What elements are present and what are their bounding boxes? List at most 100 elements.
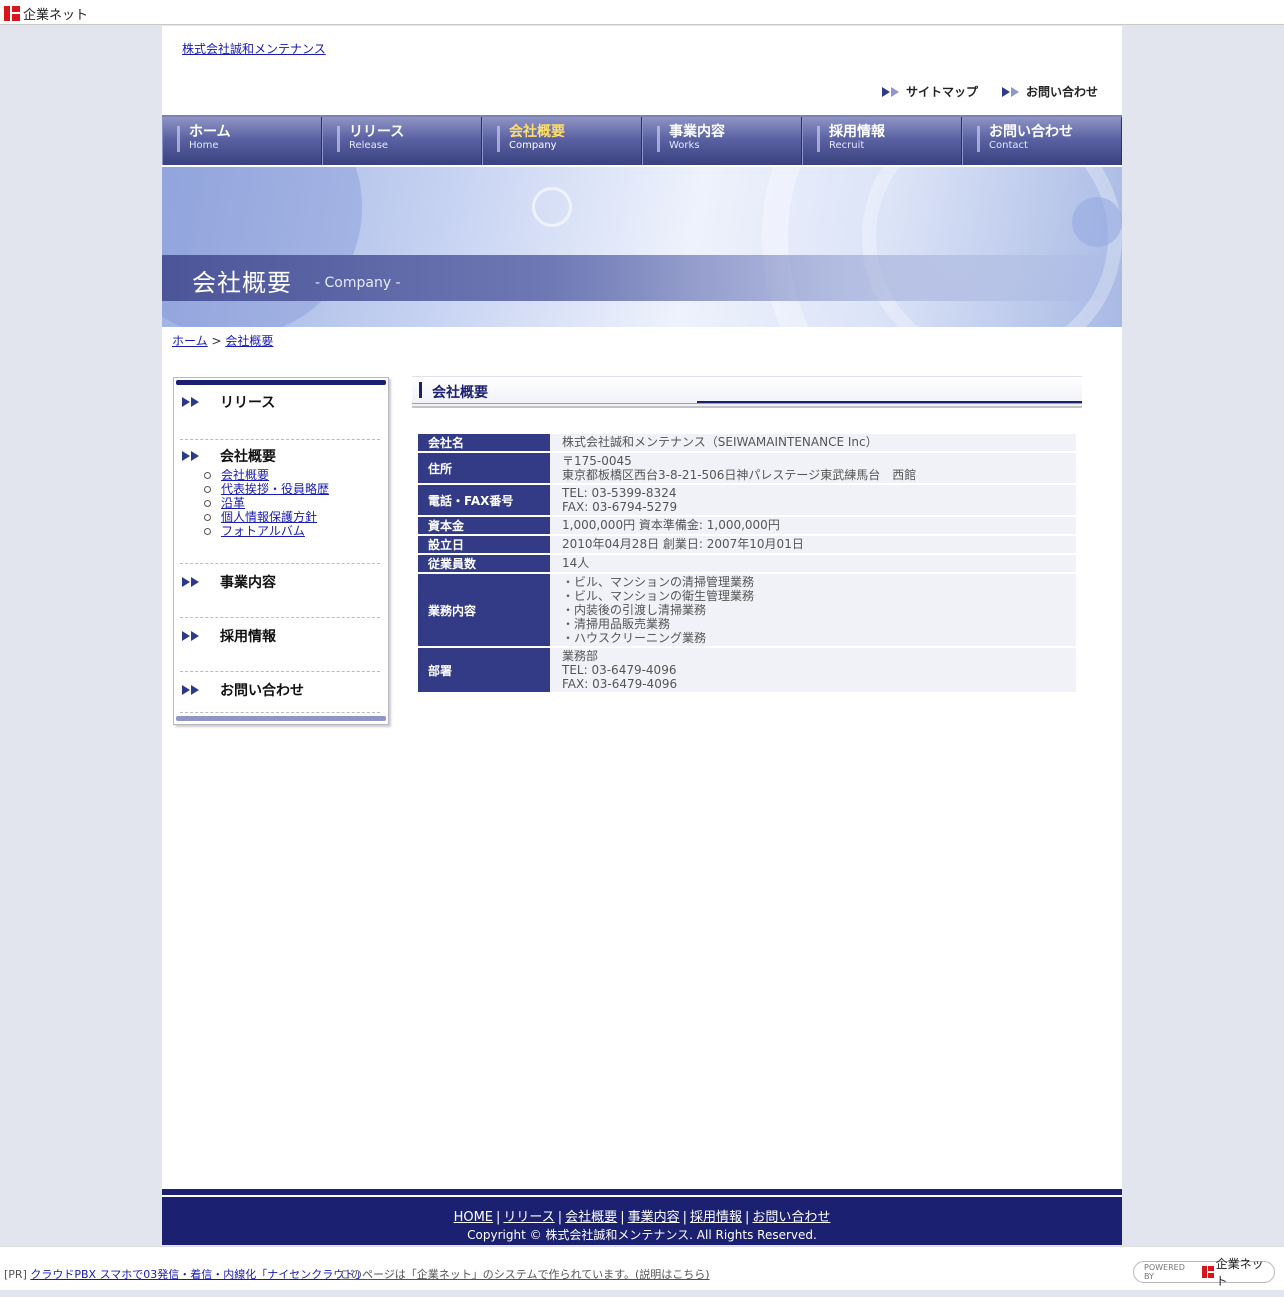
site-name-link[interactable]: 株式会社誠和メンテナンス xyxy=(182,40,326,57)
nav-company-en: Company xyxy=(509,140,557,151)
sidebar-item-label: 採用情報 xyxy=(220,629,276,645)
info-row: 会社名 株式会社誠和メンテナンス（SEIWAMAINTENANCE Inc） xyxy=(418,434,1076,451)
sidebar-sublink-album[interactable]: フォトアルバム xyxy=(221,524,305,538)
footer-link[interactable]: 採用情報 xyxy=(690,1210,742,1225)
pr-tag: [PR] xyxy=(4,1268,27,1281)
sidebar-section-works: 事業内容 xyxy=(180,572,380,618)
sidebar: リリース 会社概要 会社概要 代表挨拶・役員略歴 沿革 個人情報保護方針 フォト… xyxy=(173,377,389,725)
info-value: 2010年04月28日 創業日: 2007年10月01日 xyxy=(550,536,1076,553)
info-value-line: ・ビル、マンションの衛生管理業務 xyxy=(562,589,755,603)
double-arrow-icon xyxy=(882,86,900,97)
info-value-line: ・内装後の引渡し清掃業務 xyxy=(562,603,707,617)
hero-decoration xyxy=(532,187,572,227)
breadcrumb-current[interactable]: 会社概要 xyxy=(225,334,273,348)
global-nav: ホーム Home リリース Release 会社概要 Company 事業内容 Work… xyxy=(162,115,1122,171)
company-info-body: 会社名 株式会社誠和メンテナンス（SEIWAMAINTENANCE Inc） 住所〒… xyxy=(418,434,1076,692)
nav-recruit-en: Recruit xyxy=(829,140,865,151)
sitemap-label: サイトマップ xyxy=(906,85,979,99)
double-arrow-icon xyxy=(182,397,200,407)
copyright: Copyright © 株式会社誠和メンテナンス. All Rights Res… xyxy=(467,1228,817,1242)
kigyo-net-logo[interactable]: 企業ネット xyxy=(4,4,88,23)
content-heading: 会社概要 xyxy=(412,376,1082,408)
info-value-line: ・ハウスクリーニング業務 xyxy=(562,631,707,645)
portal-topbar: 企業ネット xyxy=(0,0,1284,25)
content-title: 会社概要 xyxy=(432,385,488,401)
info-label: 電話・FAX番号 xyxy=(418,485,550,515)
nav-works[interactable]: 事業内容 Works xyxy=(642,117,802,165)
nav-contact-en: Contact xyxy=(989,140,1028,151)
system-note-link[interactable]: このページは「企業ネット」のシステムで作られています。(説明はこちら) xyxy=(340,1268,710,1281)
nav-release-en: Release xyxy=(349,140,389,151)
sidebar-sublink-history[interactable]: 沿革 xyxy=(221,496,245,510)
footer-link[interactable]: 事業内容 xyxy=(628,1210,680,1225)
breadcrumb: ホーム > 会社概要 xyxy=(172,332,273,349)
nav-contact[interactable]: お問い合わせ Contact xyxy=(962,117,1122,165)
info-row: 設立日 2010年04月28日 創業日: 2007年10月01日 xyxy=(418,536,1076,553)
info-label: 会社名 xyxy=(418,434,550,451)
info-value-line: 2010年04月28日 創業日: 2007年10月01日 xyxy=(562,537,804,551)
footer-links: HOME | リリース | 会社概要 | 事業内容 | 採用情報 | お問い合わせ xyxy=(162,1206,1122,1225)
nav-works-en: Works xyxy=(669,140,700,151)
hero-decoration xyxy=(862,167,1122,327)
sidebar-subitem: 代表挨拶・役員略歴 xyxy=(204,482,380,496)
sidebar-item-label: リリース xyxy=(220,395,276,411)
nav-release-jp: リリース xyxy=(349,124,405,140)
sidebar-item-release[interactable]: リリース xyxy=(180,392,380,412)
double-arrow-icon xyxy=(182,577,200,587)
sidebar-item-company[interactable]: 会社概要 xyxy=(180,446,380,466)
pr-link[interactable]: クラウドPBX スマホで03発信・着信・内線化「ナイセンクラウド」 xyxy=(30,1268,366,1281)
sidebar-item-works[interactable]: 事業内容 xyxy=(180,572,380,592)
info-label: 業務内容 xyxy=(418,574,550,646)
system-note: このページは「企業ネット」のシステムで作られています。(説明はこちら) xyxy=(340,1266,710,1282)
contact-util-link[interactable]: お問い合わせ xyxy=(1002,83,1098,100)
info-value-line: TEL: 03-6479-4096 xyxy=(562,663,677,677)
sidebar-sublink-greeting[interactable]: 代表挨拶・役員略歴 xyxy=(221,482,329,496)
sidebar-bottom-bar xyxy=(176,716,386,721)
sitemap-link[interactable]: サイトマップ xyxy=(882,83,978,100)
info-value-line: 東京都板橋区西台3-8-21-506日神パレステージ東武練馬台 西館 xyxy=(562,468,917,482)
nav-release[interactable]: リリース Release xyxy=(322,117,482,165)
footer-link[interactable]: お問い合わせ xyxy=(752,1210,830,1225)
info-value: 業務部 TEL: 03-6479-4096 FAX: 03-6479-4096 xyxy=(550,648,1076,692)
footer-separator: | xyxy=(682,1210,687,1225)
info-row: 従業員数 14人 xyxy=(418,555,1076,572)
footer-link[interactable]: HOME xyxy=(454,1210,493,1225)
hero-title: 会社概要 xyxy=(192,269,292,297)
powered-brand: 企業ネット xyxy=(1201,1255,1274,1289)
sidebar-subitem: 沿革 xyxy=(204,496,380,510)
nav-home[interactable]: ホーム Home xyxy=(162,117,322,165)
sidebar-sub-list: 会社概要 代表挨拶・役員略歴 沿革 個人情報保護方針 フォトアルバム xyxy=(204,468,380,538)
footer-link[interactable]: リリース xyxy=(503,1210,554,1225)
sidebar-item-recruit[interactable]: 採用情報 xyxy=(180,626,380,646)
info-value-line: TEL: 03-5399-8324 xyxy=(562,486,677,500)
sidebar-item-contact[interactable]: お問い合わせ xyxy=(180,680,380,700)
sidebar-sublink-privacy[interactable]: 個人情報保護方針 xyxy=(221,510,317,524)
breadcrumb-separator: > xyxy=(211,334,222,348)
info-value-line: 〒175-0045 xyxy=(562,454,632,468)
nav-recruit[interactable]: 採用情報 Recruit xyxy=(802,117,962,165)
powered-brand-text: 企業ネット xyxy=(1215,1257,1264,1288)
hero-decoration xyxy=(1072,197,1122,247)
sidebar-sublink-company[interactable]: 会社概要 xyxy=(221,468,269,482)
company-info-table: 会社名 株式会社誠和メンテナンス（SEIWAMAINTENANCE Inc） 住所〒… xyxy=(418,432,1076,694)
heading-rule xyxy=(412,403,1082,404)
info-label: 部署 xyxy=(418,648,550,692)
footer-separator: | xyxy=(620,1210,625,1225)
breadcrumb-home[interactable]: ホーム xyxy=(172,334,208,348)
info-value: 1,000,000円 資本準備金: 1,000,000円 xyxy=(550,517,1076,534)
sidebar-item-label: お問い合わせ xyxy=(220,683,304,699)
info-row: 部署 業務部 TEL: 03-6479-4096 FAX: 03-6479-4096 xyxy=(418,648,1076,692)
hero-decoration xyxy=(162,167,362,327)
nav-company[interactable]: 会社概要 Company xyxy=(482,117,642,165)
footer-separator: | xyxy=(745,1210,750,1225)
sidebar-section-release: リリース xyxy=(180,392,380,440)
double-arrow-icon xyxy=(1002,86,1020,97)
footer-link[interactable]: 会社概要 xyxy=(565,1210,617,1225)
info-value-line: 1,000,000円 資本準備金: 1,000,000円 xyxy=(562,518,780,532)
footer-separator: | xyxy=(557,1210,563,1225)
info-label: 資本金 xyxy=(418,517,550,534)
nav-home-jp: ホーム xyxy=(189,124,231,140)
powered-by-badge[interactable]: POWERED BY 企業ネット xyxy=(1133,1257,1275,1288)
logo-mark-icon xyxy=(1201,1266,1214,1278)
info-label: 住所 xyxy=(418,453,550,483)
